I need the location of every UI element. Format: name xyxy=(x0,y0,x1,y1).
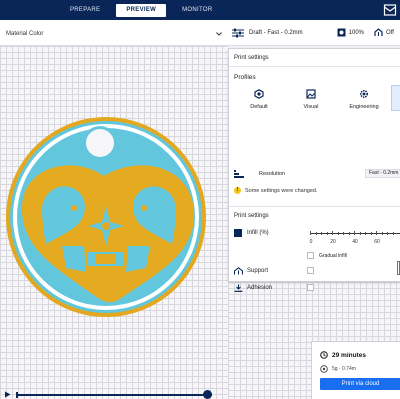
divider xyxy=(229,66,400,67)
tab-preview[interactable]: PREVIEW xyxy=(116,4,167,17)
profile-custom-selected[interactable] xyxy=(391,85,400,111)
resolution-dropdown[interactable]: Fast - 0.2mm xyxy=(365,169,400,178)
marketplace-icon[interactable] xyxy=(383,3,397,17)
print-time: 29 minutes xyxy=(320,351,366,359)
color-scheme-dropdown[interactable]: Material Color xyxy=(6,28,222,40)
settings-changed-notice: ! Some settings were changed. xyxy=(234,187,317,194)
print-time-value: 29 minutes xyxy=(332,351,366,359)
tab-prepare[interactable]: PREPARE xyxy=(60,4,110,17)
adhesion-label: Adhesion xyxy=(247,285,273,291)
gradual-infill-row: Gradual infill xyxy=(234,252,400,261)
print-settings-panel: Print settings Profiles Default Visual E… xyxy=(228,48,400,292)
infill-summary: 100% xyxy=(348,29,365,36)
material-value: 5g · 0.74m xyxy=(332,366,356,372)
profile-default[interactable]: Default xyxy=(234,89,284,110)
layer-slider-start-handle[interactable] xyxy=(16,392,18,398)
profile-engineering[interactable]: Engineering xyxy=(339,89,389,110)
infill-tick-20 xyxy=(332,231,333,235)
support-checkbox[interactable] xyxy=(307,267,314,274)
infill-icon xyxy=(337,28,346,37)
gradual-infill-label: Gradual infill xyxy=(319,253,347,259)
divider xyxy=(229,206,400,207)
sliders-icon xyxy=(232,28,244,37)
top-bar: PREPARE PREVIEW MONITOR xyxy=(0,0,400,20)
profiles-heading: Profiles xyxy=(234,74,256,81)
gear-icon xyxy=(359,89,369,99)
infill-tick-0 xyxy=(310,231,311,235)
support-icon xyxy=(374,28,383,36)
support-icon xyxy=(234,267,243,275)
adhesion-checkbox[interactable] xyxy=(307,284,314,291)
infill-tick-label: 60 xyxy=(374,239,380,245)
infill-tick-40 xyxy=(354,231,355,235)
tab-monitor[interactable]: MONITOR xyxy=(172,4,222,17)
warning-icon: ! xyxy=(234,187,241,194)
resolution-icon xyxy=(234,170,244,178)
print-settings-strip[interactable]: Draft - Fast - 0.2mm 100% Off xyxy=(228,20,400,46)
chevron-down-icon xyxy=(216,32,222,36)
play-icon[interactable] xyxy=(4,391,11,398)
resolution-label: Resolution xyxy=(259,171,285,177)
infill-tick-60 xyxy=(376,231,377,235)
profile-summary: Draft - Fast - 0.2mm xyxy=(249,29,303,36)
hexagon-icon xyxy=(254,89,264,99)
layer-slider-handle[interactable] xyxy=(203,390,212,399)
spool-icon xyxy=(320,365,328,373)
material-estimate: 5g · 0.74m xyxy=(320,365,356,373)
infill-row: Infill (%) 0 20 40 60 xyxy=(234,229,400,253)
support-row: Support xyxy=(234,267,400,276)
view-header: Material Color xyxy=(0,20,228,46)
notice-text: Some settings were changed. xyxy=(245,187,318,194)
image-icon xyxy=(306,89,316,99)
infill-slider[interactable]: 0 20 40 60 xyxy=(234,229,400,249)
resolution-row: Resolution Fast - 0.2mm xyxy=(234,169,400,179)
keychain-model xyxy=(6,117,206,317)
profile-visual-label: Visual xyxy=(303,104,319,110)
support-summary: Off xyxy=(386,29,394,36)
color-scheme-value: Material Color xyxy=(6,31,44,37)
profile-engineering-label: Engineering xyxy=(349,104,379,110)
action-panel: 29 minutes 5g · 0.74m Print via cloud xyxy=(311,341,400,399)
layer-slider-track xyxy=(16,394,212,396)
infill-tick-label: 0 xyxy=(309,239,313,245)
profile-visual[interactable]: Visual xyxy=(286,89,336,110)
print-via-cloud-button[interactable]: Print via cloud xyxy=(320,378,400,390)
adhesion-icon xyxy=(234,284,243,292)
stage-tabs: PREPARE PREVIEW MONITOR xyxy=(60,4,222,17)
profile-default-label: Default xyxy=(250,104,268,110)
preview-viewport[interactable] xyxy=(0,46,228,399)
adhesion-row: Adhesion xyxy=(234,284,400,293)
print-settings-heading: Print settings xyxy=(234,213,269,219)
infill-tick-label: 20 xyxy=(330,239,336,245)
clock-icon xyxy=(320,351,328,359)
gradual-infill-checkbox[interactable] xyxy=(307,252,314,259)
panel-title: Print settings xyxy=(234,55,269,61)
support-label: Support xyxy=(247,268,269,274)
infill-tick-label: 40 xyxy=(352,239,358,245)
layer-slider[interactable] xyxy=(4,390,228,399)
